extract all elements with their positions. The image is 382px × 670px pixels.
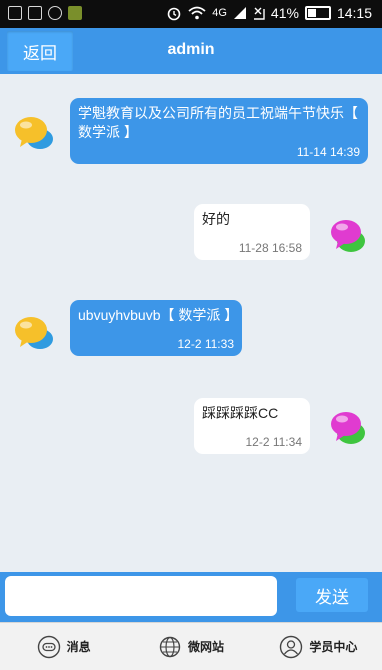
app-notification-icon xyxy=(68,6,82,20)
status-bar: 4G 41% 14:15 xyxy=(0,0,382,28)
nav-item-microsite[interactable]: 微网站 xyxy=(127,623,254,670)
message-bubble[interactable]: 踩踩踩踩CC 12-2 11:34 xyxy=(194,398,310,454)
app-header: admin 返回 xyxy=(0,28,382,74)
user-avatar-icon[interactable] xyxy=(328,214,368,256)
battery-percent: 41% xyxy=(270,5,299,21)
user-icon xyxy=(280,635,303,658)
back-button[interactable]: 返回 xyxy=(7,31,73,71)
nav-item-messages[interactable]: 消息 xyxy=(0,623,127,670)
message-text: ubvuyhvbuvb【 数学派 】 xyxy=(78,307,239,323)
signal-off-icon xyxy=(253,7,265,20)
sender-avatar-icon[interactable] xyxy=(14,312,54,354)
network-type: 4G xyxy=(212,6,227,19)
battery-icon xyxy=(304,6,331,20)
message-time: 11-14 14:39 xyxy=(296,145,360,159)
keyboard-notification-icon xyxy=(28,6,42,20)
message-text: 踩踩踩踩CC xyxy=(202,405,279,421)
message-text: 好的 xyxy=(202,211,230,227)
message-bubble[interactable]: ubvuyhvbuvb【 数学派 】 12-2 11:33 xyxy=(70,300,242,356)
clock: 14:15 xyxy=(336,5,372,21)
message-text: 学魁教育以及公司所有的员工祝端午节快乐【 数学派 】 xyxy=(78,105,358,140)
bottom-nav: 消息 微网站 学员中心 xyxy=(0,622,382,670)
image-notification-icon xyxy=(8,6,22,20)
message-input[interactable] xyxy=(5,576,277,616)
message-icon xyxy=(37,635,60,658)
message-time: 12-2 11:33 xyxy=(177,337,235,351)
message-time: 11-28 16:58 xyxy=(238,241,302,255)
alarm-icon xyxy=(167,7,181,21)
message-bubble[interactable]: 学魁教育以及公司所有的员工祝端午节快乐【 数学派 】 11-14 14:39 xyxy=(70,98,368,164)
send-button[interactable]: 发送 xyxy=(296,578,368,612)
nav-label: 微网站 xyxy=(187,640,224,654)
wifi-icon xyxy=(188,6,206,20)
nav-item-student-center[interactable]: 学员中心 xyxy=(255,623,382,670)
nav-label: 消息 xyxy=(66,640,91,654)
signal-icon xyxy=(233,7,246,19)
notification-icons xyxy=(8,6,82,20)
sync-notification-icon xyxy=(48,6,62,20)
chat-area[interactable]: 学魁教育以及公司所有的员工祝端午节快乐【 数学派 】 11-14 14:39 好… xyxy=(0,74,382,572)
nav-label: 学员中心 xyxy=(309,640,358,654)
status-right: 4G 41% 14:15 xyxy=(166,5,372,21)
composer-bar: 发送 xyxy=(0,572,382,622)
message-time: 12-2 11:34 xyxy=(245,435,303,449)
sender-avatar-icon[interactable] xyxy=(14,112,54,154)
message-bubble[interactable]: 好的 11-28 16:58 xyxy=(194,204,310,260)
globe-icon xyxy=(159,636,181,657)
user-avatar-icon[interactable] xyxy=(328,406,368,448)
